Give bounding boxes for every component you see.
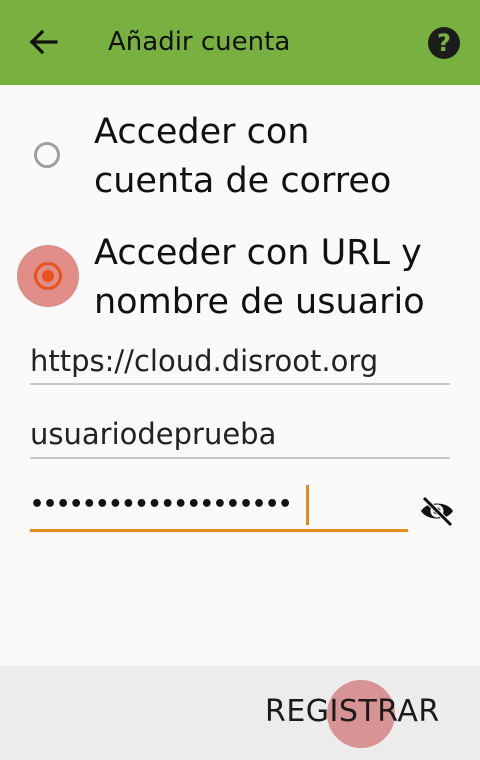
password-underline xyxy=(30,529,408,532)
radio-url-login[interactable] xyxy=(34,262,62,290)
page-title: Añadir cuenta xyxy=(108,27,291,57)
text-cursor xyxy=(306,485,309,525)
arrow-left-icon[interactable] xyxy=(22,26,62,58)
username-field[interactable]: usuariodeprueba xyxy=(30,414,276,454)
server-url-underline xyxy=(30,383,450,385)
server-url-field[interactable]: https://cloud.disroot.org xyxy=(30,341,378,381)
eye-off-icon[interactable] xyxy=(418,494,456,528)
option-email-line1: Acceder con xyxy=(94,112,310,152)
option-url-line1: Acceder con URL y xyxy=(94,233,422,273)
option-url-line2: nombre de usuario xyxy=(94,282,425,322)
register-button[interactable]: REGISTRAR xyxy=(265,692,440,732)
radio-email-login[interactable] xyxy=(34,142,60,168)
add-account-screen: Añadir cuenta ? Acceder con cuenta de co… xyxy=(0,0,480,760)
option-email-line2: cuenta de correo xyxy=(94,161,392,201)
help-icon[interactable]: ? xyxy=(428,27,460,59)
app-bar: Añadir cuenta ? xyxy=(0,0,480,85)
password-field[interactable]: •••••••••••••••••••• xyxy=(30,485,408,525)
password-value: •••••••••••••••••••• xyxy=(30,492,292,517)
radio-selected-dot xyxy=(42,270,54,282)
username-underline xyxy=(30,457,450,459)
